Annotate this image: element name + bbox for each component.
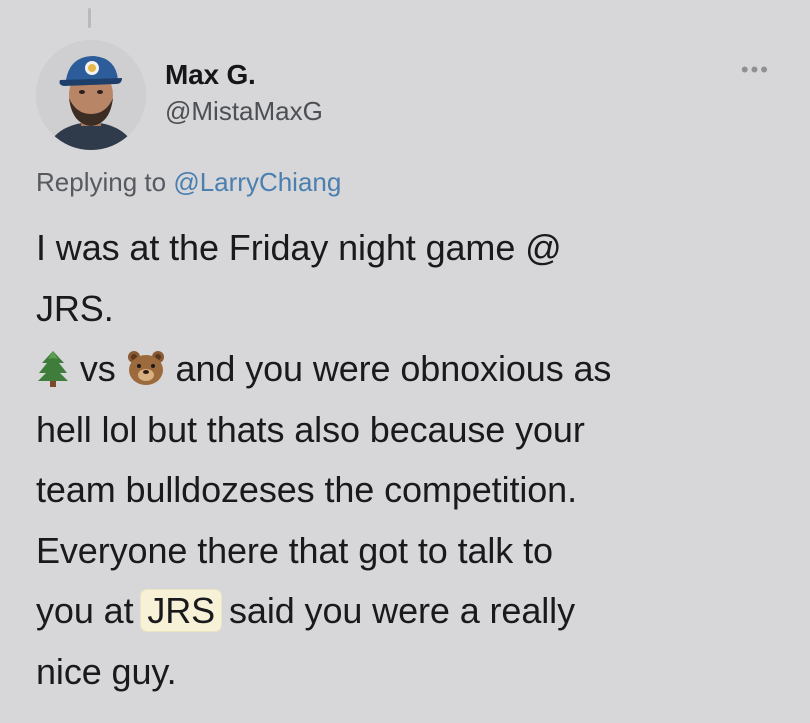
replying-to-mention[interactable]: @LarryChiang — [173, 167, 341, 197]
bear-face-emoji-icon — [126, 349, 166, 387]
tweet-line-5: team bulldozeses the competition. — [36, 469, 578, 510]
tweet-vs-text: vs — [79, 348, 116, 389]
replying-to: Replying to @LarryChiang — [36, 166, 341, 198]
tweet-line-2: JRS. — [36, 287, 114, 329]
tweet-line-1: I was at the Friday night game @ — [36, 227, 562, 268]
avatar[interactable] — [36, 40, 146, 150]
tweet-line-7-start: you at — [36, 590, 144, 631]
evergreen-tree-emoji-icon — [36, 349, 70, 387]
tweet-line-4: hell lol but thats also because your — [36, 408, 585, 450]
tweet-line-7: you at JRS said you were a really — [36, 581, 796, 642]
tweet-line-3-text: and you were obnoxious as — [175, 348, 612, 389]
author-handle[interactable]: @MistaMaxG — [165, 94, 323, 128]
tweet-line-3: vs and you were obnoxious as — [36, 339, 796, 400]
author-block[interactable]: Max G. @MistaMaxG — [165, 58, 323, 128]
tweet-line-8: nice guy. — [36, 650, 177, 692]
replying-to-label: Replying to — [36, 167, 167, 197]
tweet-text: I was at the Friday night game @ JRS. vs — [36, 218, 796, 702]
thread-connector-line — [88, 8, 91, 28]
tweet-line-7-end: said you were a really — [219, 590, 575, 631]
avatar-image — [36, 40, 146, 150]
tweet-line-6: Everyone there that got to talk to — [36, 529, 553, 571]
more-options-icon[interactable]: ••• — [741, 59, 770, 81]
highlighted-text: JRS — [141, 590, 222, 631]
author-display-name[interactable]: Max G. — [165, 58, 323, 92]
